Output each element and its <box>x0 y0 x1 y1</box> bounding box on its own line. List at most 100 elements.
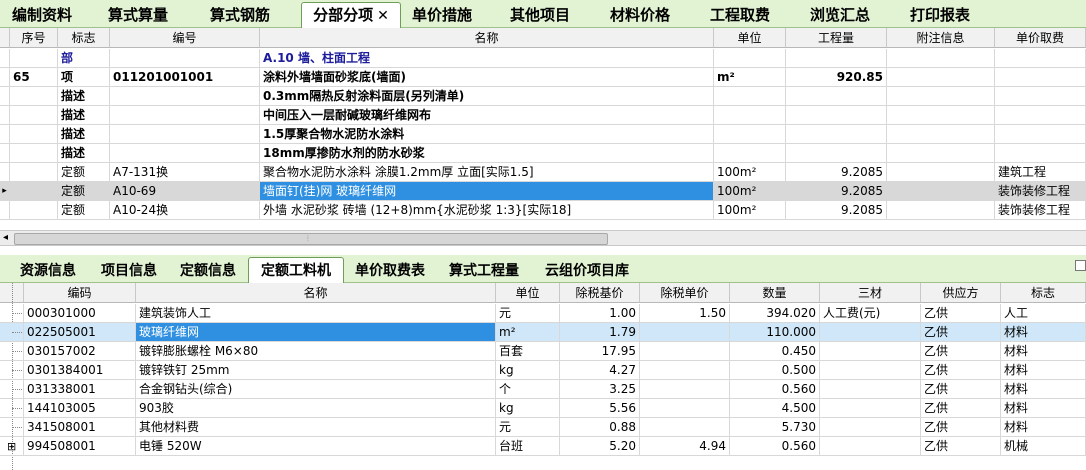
cell-name[interactable]: 镀锌铁钉 25mm <box>136 361 496 380</box>
cell-name[interactable]: 墙面钉(挂)网 玻璃纤维网 <box>260 182 714 201</box>
cell-note[interactable] <box>887 106 995 125</box>
cell-supplier[interactable]: 乙供 <box>921 304 1001 323</box>
cell-flag[interactable]: 材料 <box>1001 323 1086 342</box>
cell-note[interactable] <box>887 182 995 201</box>
cell-price[interactable] <box>640 361 730 380</box>
cell-supplier[interactable]: 乙供 <box>921 437 1001 456</box>
cell-supplier[interactable]: 乙供 <box>921 418 1001 437</box>
cell-price[interactable] <box>640 342 730 361</box>
cell-note[interactable] <box>887 201 995 220</box>
cell-fee[interactable]: 建筑工程 <box>995 163 1086 182</box>
row-indicator[interactable] <box>0 106 10 125</box>
row-indicator[interactable] <box>0 201 10 220</box>
cell-qty[interactable]: 9.2085 <box>786 182 887 201</box>
cell-fee[interactable]: 装饰装修工程 <box>995 182 1086 201</box>
table-row[interactable]: 描述 中间压入一层耐碱玻璃纤维网布 <box>0 106 1086 125</box>
cell-supplier[interactable]: 乙供 <box>921 323 1001 342</box>
cell-code[interactable] <box>110 125 260 144</box>
table-row[interactable]: 65 项 011201001001 涂料外墙墙面砂浆底(墙面) m² 920.85 <box>0 68 1086 87</box>
cell-flag[interactable]: 定额 <box>58 201 110 220</box>
cell-flag[interactable]: 材料 <box>1001 380 1086 399</box>
cell-unit[interactable] <box>714 125 786 144</box>
cell-qty[interactable]: 0.560 <box>730 380 820 399</box>
cell-qty[interactable]: 9.2085 <box>786 163 887 182</box>
cell-unit[interactable]: m² <box>714 68 786 87</box>
cell-price[interactable]: 1.50 <box>640 304 730 323</box>
tab-liulan-huizong[interactable]: 浏览汇总 <box>800 3 880 27</box>
cell-seq[interactable] <box>10 182 58 201</box>
cell-code[interactable]: A7-131换 <box>110 163 260 182</box>
tab-bianzhi-ziliao[interactable]: 编制资料 <box>2 3 82 27</box>
close-icon[interactable]: ✕ <box>377 8 389 24</box>
table-row[interactable]: 描述 1.5厚聚合物水泥防水涂料 <box>0 125 1086 144</box>
cell-seq[interactable] <box>10 163 58 182</box>
cell-price[interactable]: 4.94 <box>640 437 730 456</box>
cell-name[interactable]: 镀锌膨胀螺栓 M6×80 <box>136 342 496 361</box>
tab-suanshi-suanliang[interactable]: 算式算量 <box>98 3 178 27</box>
tab-danjia-cuoshi[interactable]: 单价措施 <box>402 3 482 27</box>
cell-name[interactable]: 18mm厚掺防水剂的防水砂浆 <box>260 144 714 163</box>
cell-unit[interactable] <box>714 144 786 163</box>
cell-flag[interactable]: 描述 <box>58 125 110 144</box>
cell-seq[interactable] <box>10 106 58 125</box>
row-indicator[interactable] <box>0 125 10 144</box>
cell-flag[interactable]: 部 <box>58 49 110 68</box>
cell-seq[interactable] <box>10 144 58 163</box>
cell-mat[interactable]: 人工费(元) <box>820 304 921 323</box>
cell-supplier[interactable]: 乙供 <box>921 361 1001 380</box>
cell-name[interactable]: 1.5厚聚合物水泥防水涂料 <box>260 125 714 144</box>
table-row[interactable]: 144103005 903胶 kg 5.56 4.500 乙供 材料 <box>0 399 1086 418</box>
cell-code[interactable]: 031338001 <box>24 380 136 399</box>
cell-unit[interactable]: 100m² <box>714 201 786 220</box>
cell-qty[interactable] <box>786 125 887 144</box>
table-row[interactable]: 定额 A10-24换 外墙 水泥砂浆 砖墙 (12+8)mm{水泥砂浆 1:3}[实… <box>0 201 1086 220</box>
cell-code[interactable]: 022505001 <box>24 323 136 342</box>
table-row[interactable]: 0301384001 镀锌铁钉 25mm kg 4.27 0.500 乙供 材料 <box>0 361 1086 380</box>
cell-base[interactable]: 1.00 <box>560 304 640 323</box>
expand-icon[interactable]: ⊞ <box>0 437 24 456</box>
cell-name[interactable]: 903胶 <box>136 399 496 418</box>
tab-cailiao-jiage[interactable]: 材料价格 <box>600 3 680 27</box>
cell-fee[interactable]: 装饰装修工程 <box>995 201 1086 220</box>
row-indicator[interactable] <box>0 144 10 163</box>
cell-qty[interactable]: 9.2085 <box>786 201 887 220</box>
cell-flag[interactable]: 定额 <box>58 163 110 182</box>
cell-name[interactable]: 合金钢钻头(综合) <box>136 380 496 399</box>
cell-qty[interactable] <box>786 106 887 125</box>
cell-fee[interactable] <box>995 49 1086 68</box>
cell-flag[interactable]: 定额 <box>58 182 110 201</box>
cell-code[interactable] <box>110 87 260 106</box>
cell-seq[interactable] <box>10 125 58 144</box>
horizontal-scrollbar[interactable]: ◂ ⦙ <box>0 230 1086 246</box>
cell-unit[interactable]: kg <box>496 361 560 380</box>
cell-code[interactable]: 030157002 <box>24 342 136 361</box>
tab-dinge-xinxi[interactable]: 定额信息 <box>168 261 248 281</box>
cell-qty[interactable]: 0.560 <box>730 437 820 456</box>
cell-flag[interactable]: 人工 <box>1001 304 1086 323</box>
table-row[interactable]: 描述 0.3mm隔热反射涂料面层(另列清单) <box>0 87 1086 106</box>
cell-qty[interactable] <box>786 144 887 163</box>
cell-seq[interactable] <box>10 201 58 220</box>
tab-danjia-qufeibiao[interactable]: 单价取费表 <box>345 261 435 281</box>
cell-code[interactable]: 011201001001 <box>110 68 260 87</box>
cell-base[interactable]: 17.95 <box>560 342 640 361</box>
cell-flag[interactable]: 描述 <box>58 87 110 106</box>
cell-name[interactable]: 外墙 水泥砂浆 砖墙 (12+8)mm{水泥砂浆 1:3}[实际18] <box>260 201 714 220</box>
row-indicator[interactable] <box>0 342 24 361</box>
cell-unit[interactable]: 台班 <box>496 437 560 456</box>
cell-supplier[interactable]: 乙供 <box>921 342 1001 361</box>
cell-base[interactable]: 4.27 <box>560 361 640 380</box>
cell-seq[interactable]: 65 <box>10 68 58 87</box>
cell-unit[interactable] <box>714 106 786 125</box>
cell-name[interactable]: 其他材料费 <box>136 418 496 437</box>
cell-supplier[interactable]: 乙供 <box>921 380 1001 399</box>
cell-mat[interactable] <box>820 380 921 399</box>
cell-note[interactable] <box>887 163 995 182</box>
row-indicator[interactable] <box>0 87 10 106</box>
cell-price[interactable] <box>640 399 730 418</box>
cell-base[interactable]: 5.20 <box>560 437 640 456</box>
cell-fee[interactable] <box>995 106 1086 125</box>
table-row[interactable]: 031338001 合金钢钻头(综合) 个 3.25 0.560 乙供 材料 <box>0 380 1086 399</box>
scrollbar-thumb[interactable]: ⦙ <box>14 233 608 245</box>
cell-mat[interactable] <box>820 437 921 456</box>
